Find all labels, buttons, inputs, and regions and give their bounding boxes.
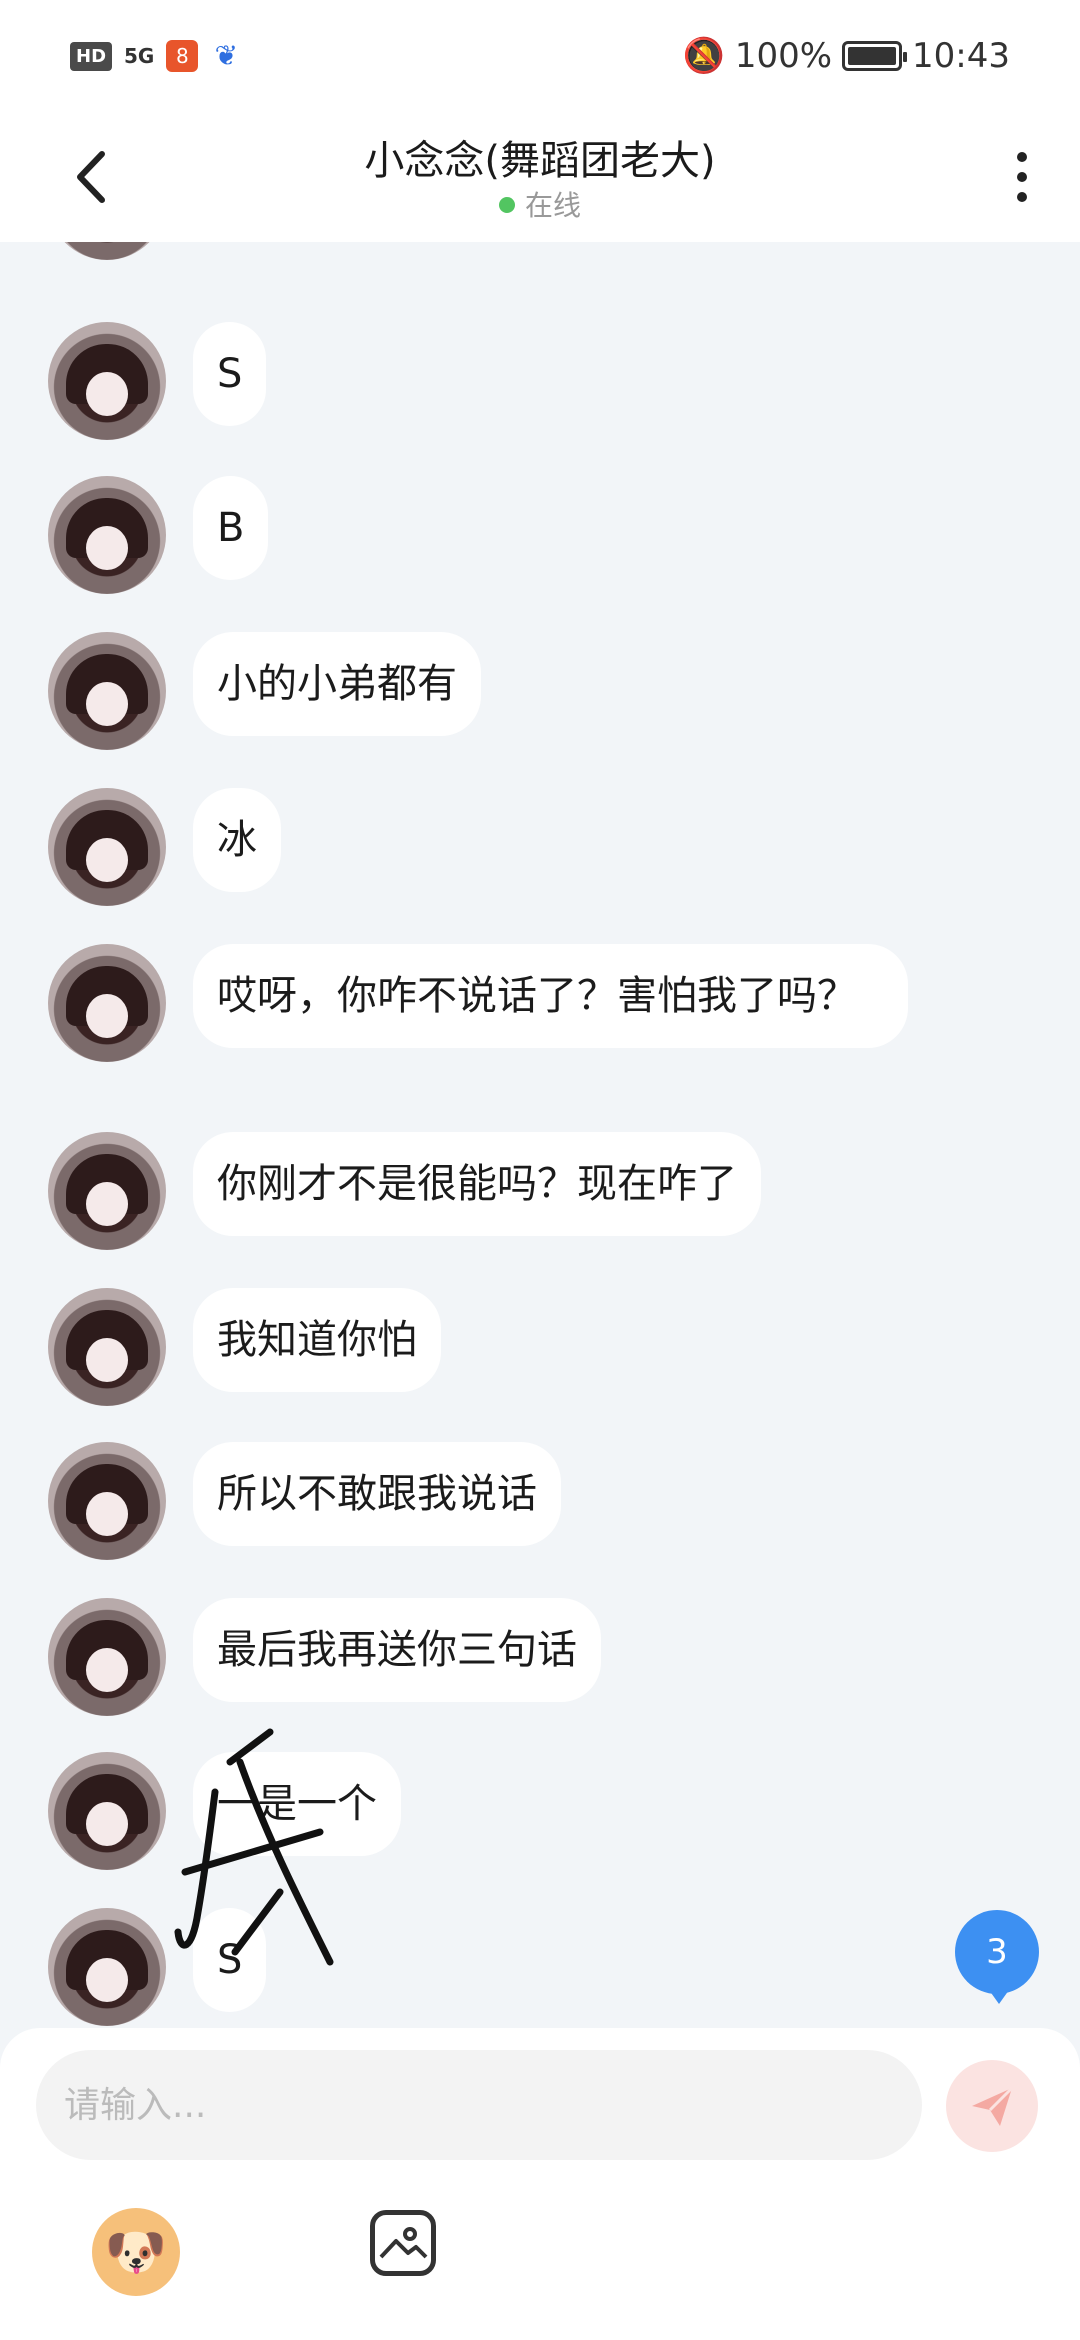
hd-icon: HD bbox=[70, 41, 113, 71]
message-bubble[interactable]: 最后我再送你三句话 bbox=[193, 1598, 601, 1702]
message-list[interactable]: S B 小的小弟都有 冰 哎呀，你咋不说话了？害怕我了吗？ 你刚才不是很能吗？现… bbox=[0, 242, 1080, 2028]
avatar[interactable] bbox=[48, 632, 166, 750]
avatar[interactable] bbox=[48, 242, 166, 260]
app-notification-icon: 8 bbox=[166, 40, 199, 72]
handwriting-overlay bbox=[174, 1728, 334, 1966]
avatar[interactable] bbox=[48, 1752, 166, 1870]
status-left: HD 5G 8 ❦ bbox=[70, 40, 242, 72]
status-bar: HD 5G 8 ❦ 🔕 100% 10:43 bbox=[0, 0, 1080, 120]
status-right: 🔕 100% 10:43 bbox=[682, 36, 1010, 76]
avatar[interactable] bbox=[48, 1132, 166, 1250]
message-bubble[interactable]: 小的小弟都有 bbox=[193, 632, 481, 736]
chat-header: 小念念(舞蹈团老大) 在线 bbox=[0, 120, 1080, 242]
emoji-button[interactable]: 🐶 bbox=[92, 2208, 180, 2296]
mute-bell-icon: 🔕 bbox=[682, 36, 725, 76]
battery-percent: 100% bbox=[734, 36, 833, 76]
message-input[interactable] bbox=[36, 2050, 922, 2160]
paw-icon: ❦ bbox=[214, 39, 239, 72]
online-status-label: 在线 bbox=[524, 189, 581, 222]
avatar[interactable] bbox=[48, 944, 166, 1062]
message-bubble[interactable]: 所以不敢跟我说话 bbox=[193, 1442, 561, 1546]
avatar[interactable] bbox=[48, 1908, 166, 2026]
message-bubble[interactable]: 哎呀，你咋不说话了？害怕我了吗？ bbox=[193, 944, 908, 1048]
online-status: 在线 bbox=[0, 184, 1080, 224]
battery-icon bbox=[842, 41, 908, 71]
avatar[interactable] bbox=[48, 322, 166, 440]
send-button[interactable] bbox=[946, 2060, 1038, 2152]
more-button[interactable] bbox=[1010, 142, 1034, 212]
more-dot bbox=[1017, 172, 1027, 182]
signal-icon: 5G bbox=[124, 44, 155, 68]
avatar[interactable] bbox=[48, 788, 166, 906]
more-dot bbox=[1017, 152, 1027, 162]
unread-badge[interactable]: 3 bbox=[955, 1910, 1039, 2004]
avatar[interactable] bbox=[48, 1442, 166, 1560]
online-dot-icon bbox=[498, 197, 515, 213]
more-dot bbox=[1017, 192, 1027, 202]
avatar[interactable] bbox=[48, 1598, 166, 1716]
avatar[interactable] bbox=[48, 476, 166, 594]
message-bubble[interactable]: 你刚才不是很能吗？现在咋了 bbox=[193, 1132, 761, 1236]
message-bubble[interactable]: 我知道你怕 bbox=[193, 1288, 441, 1392]
send-icon bbox=[972, 2086, 1014, 2126]
chat-title: 小念念(舞蹈团老大) bbox=[364, 138, 716, 184]
avatar-emoji-icon: 🐶 bbox=[104, 2222, 168, 2281]
image-icon bbox=[379, 2227, 428, 2259]
clock: 10:43 bbox=[912, 36, 1010, 76]
message-bubble[interactable]: 冰 bbox=[193, 788, 281, 892]
input-bar: 🐶 bbox=[0, 2028, 1080, 2340]
message-bubble[interactable]: S bbox=[193, 322, 267, 426]
avatar[interactable] bbox=[48, 1288, 166, 1406]
message-bubble[interactable]: B bbox=[193, 476, 269, 580]
image-button[interactable] bbox=[370, 2210, 436, 2276]
